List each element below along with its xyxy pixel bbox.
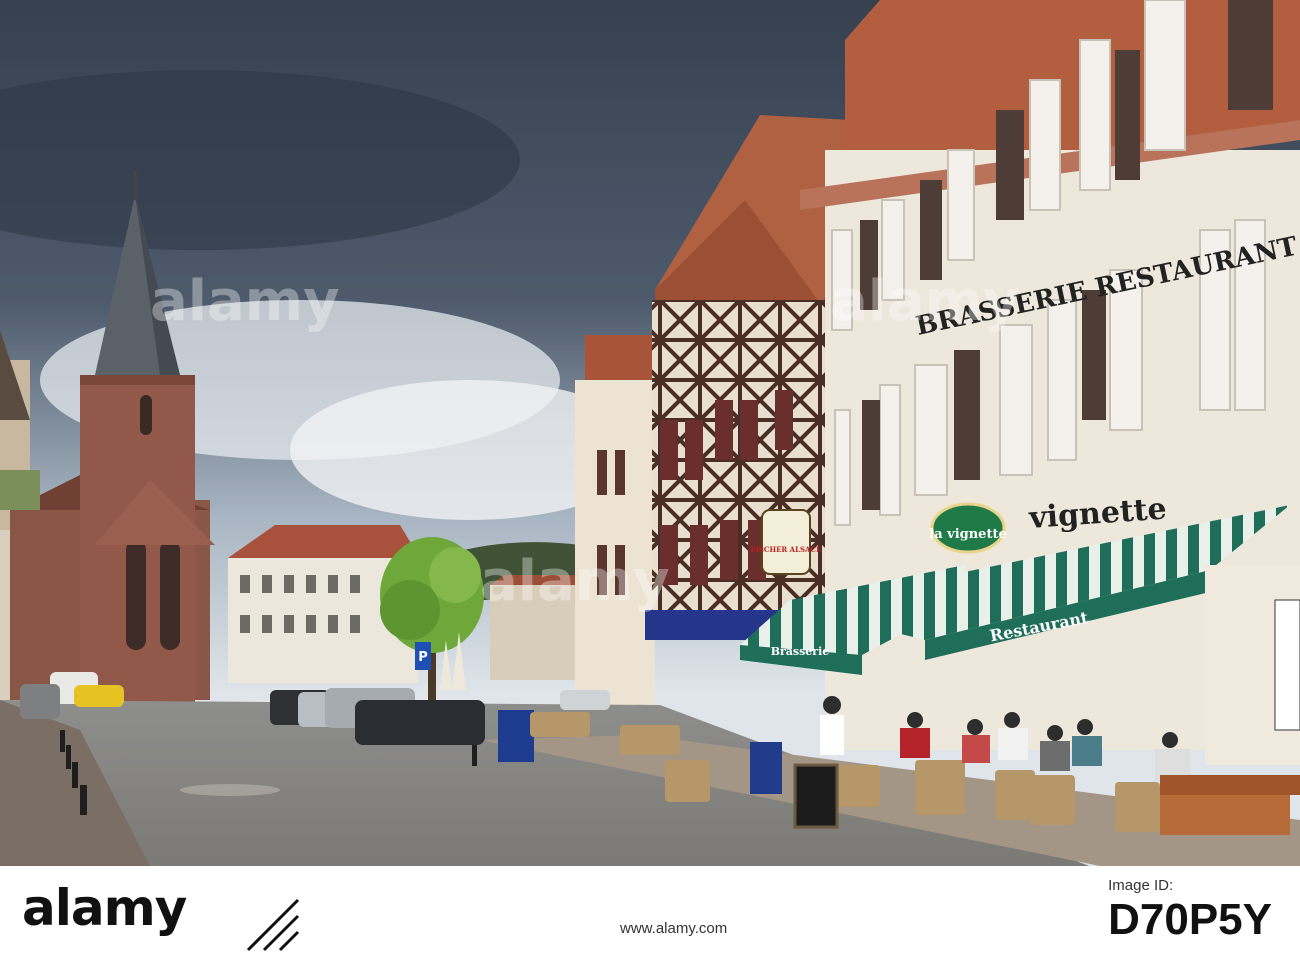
blue-info-sign	[498, 710, 534, 762]
svg-text:alamy: alamy	[150, 269, 340, 334]
svg-text:alamy: alamy	[830, 269, 1020, 334]
svg-text:P: P	[418, 650, 428, 665]
alamy-logo: alamy	[22, 879, 187, 937]
footer-banner	[0, 866, 1300, 956]
chalkboard-menu	[793, 763, 839, 829]
footer-url: www.alamy.com	[620, 920, 728, 937]
image-id-block: Image ID: D70P5Y	[1108, 877, 1272, 944]
svg-text:alamy: alamy	[480, 549, 670, 614]
menu-board-blue	[750, 742, 782, 794]
image-id-value: D70P5Y	[1108, 895, 1272, 944]
image-id-label: Image ID:	[1108, 877, 1174, 894]
street-scene-photo: BRASSERIE RESTAURANT vignette la vignett…	[0, 0, 1300, 866]
la-vignette-oval-text: la vignette	[929, 527, 1006, 542]
wooden-bench	[1160, 775, 1300, 795]
fischer-hanging-sign: FISCHER ALSACE	[751, 509, 822, 575]
awning-brasserie-text: Brasserie	[771, 645, 830, 658]
svg-text:FISCHER ALSACE: FISCHER ALSACE	[751, 545, 822, 554]
alamy-logo-mark	[246, 898, 300, 952]
white-building-mid	[575, 335, 655, 720]
